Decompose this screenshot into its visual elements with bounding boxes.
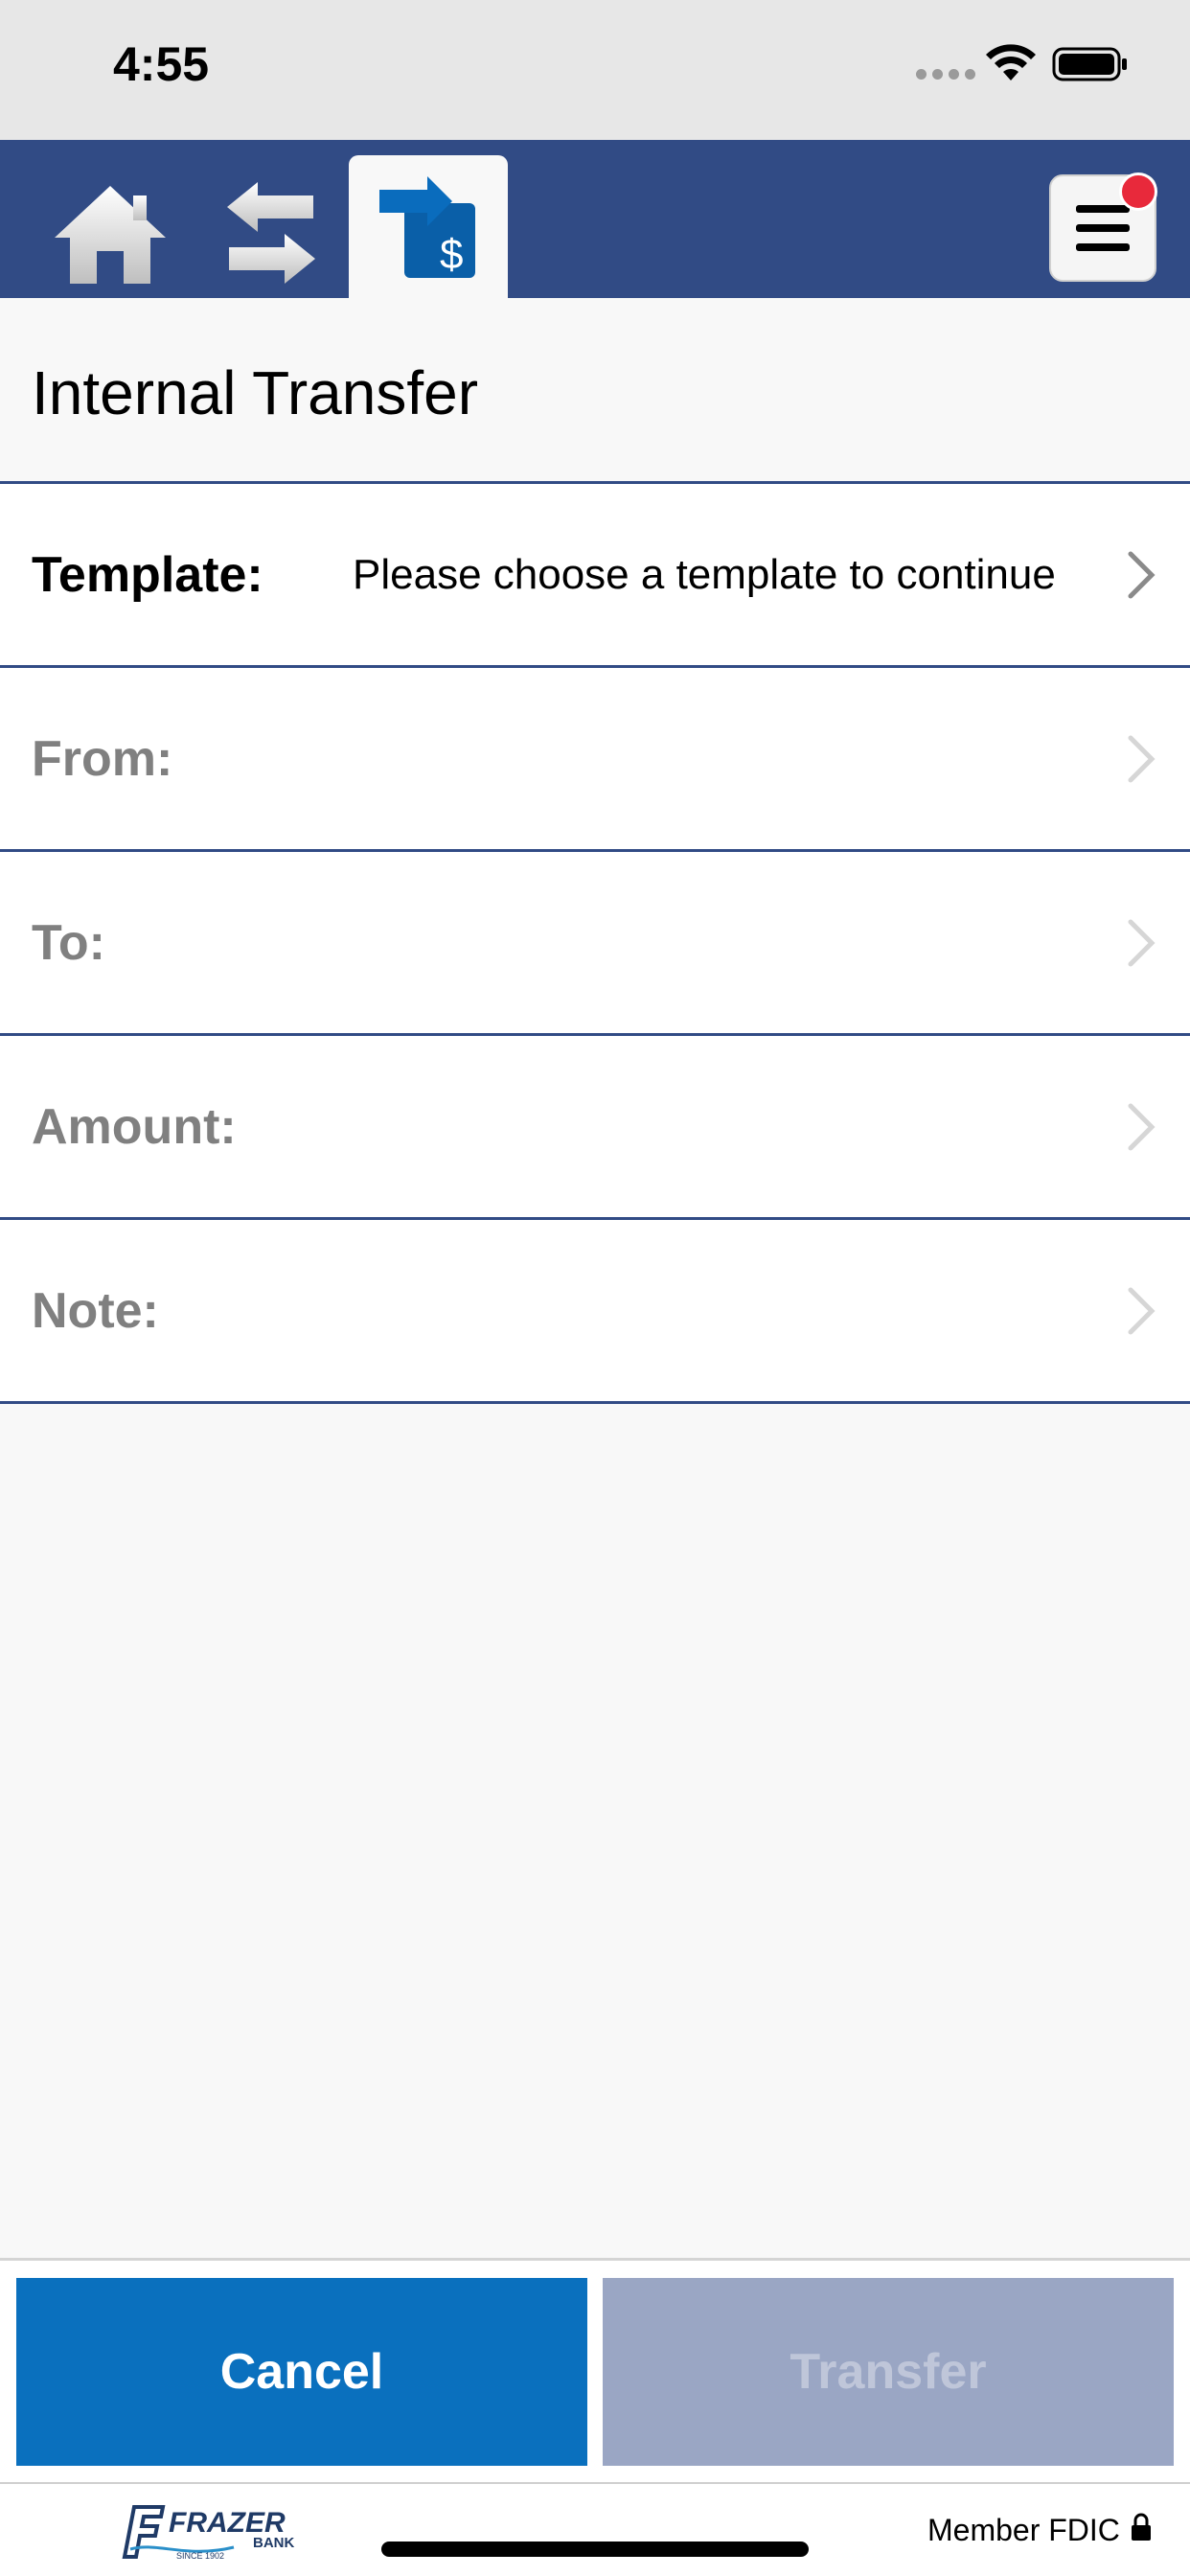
frazer-bank-logo: FRAZER BANK SINCE 1902 [122, 2505, 294, 2561]
hamburger-menu-icon [1076, 205, 1130, 251]
home-indicator[interactable] [381, 2542, 809, 2557]
status-time: 4:55 [113, 37, 210, 91]
svg-text:$: $ [440, 231, 463, 278]
wifi-icon [986, 44, 1036, 80]
svg-text:SINCE 1902: SINCE 1902 [176, 2551, 224, 2561]
cancel-button[interactable]: Cancel [16, 2278, 587, 2466]
amount-row[interactable]: Amount: [0, 1036, 1190, 1220]
home-button[interactable] [48, 178, 172, 291]
action-bar: Cancel Transfer [0, 2258, 1190, 2482]
note-row[interactable]: Note: [0, 1220, 1190, 1404]
lock-icon [1132, 2513, 1151, 2541]
transfer-dollar-icon: $ [379, 175, 475, 278]
cellular-signal-icon [916, 69, 975, 80]
chevron-right-icon [1128, 1103, 1156, 1150]
internal-transfer-tab[interactable]: $ [349, 155, 508, 298]
arrows-exchange-icon [227, 182, 315, 284]
chevron-right-icon [1128, 1287, 1156, 1334]
template-label: Template: [32, 546, 263, 603]
top-nav-bar: $ [0, 140, 1190, 298]
from-label: From: [32, 730, 173, 787]
to-row[interactable]: To: [0, 852, 1190, 1036]
from-row[interactable]: From: [0, 668, 1190, 852]
page-title: Internal Transfer [32, 358, 478, 427]
member-fdic-text: Member FDIC [927, 2513, 1120, 2547]
battery-icon [1052, 47, 1127, 81]
to-label: To: [32, 914, 105, 971]
template-value: Please choose a template to continue [353, 550, 1056, 598]
home-icon [55, 186, 166, 284]
chevron-right-icon [1128, 551, 1156, 598]
status-bar: 4:55 [0, 0, 1190, 140]
footer: FRAZER BANK SINCE 1902 Member FDIC [0, 2482, 1190, 2576]
note-label: Note: [32, 1282, 159, 1339]
template-row[interactable]: Template: Please choose a template to co… [0, 484, 1190, 668]
chevron-right-icon [1128, 735, 1156, 782]
transfer-button[interactable]: Transfer [603, 2278, 1174, 2466]
amount-label: Amount: [32, 1098, 237, 1155]
svg-text:BANK: BANK [253, 2535, 294, 2551]
chevron-right-icon [1128, 919, 1156, 966]
notification-dot [1119, 172, 1157, 211]
page-header: Internal Transfer [0, 298, 1190, 484]
transfers-button[interactable] [218, 174, 324, 291]
